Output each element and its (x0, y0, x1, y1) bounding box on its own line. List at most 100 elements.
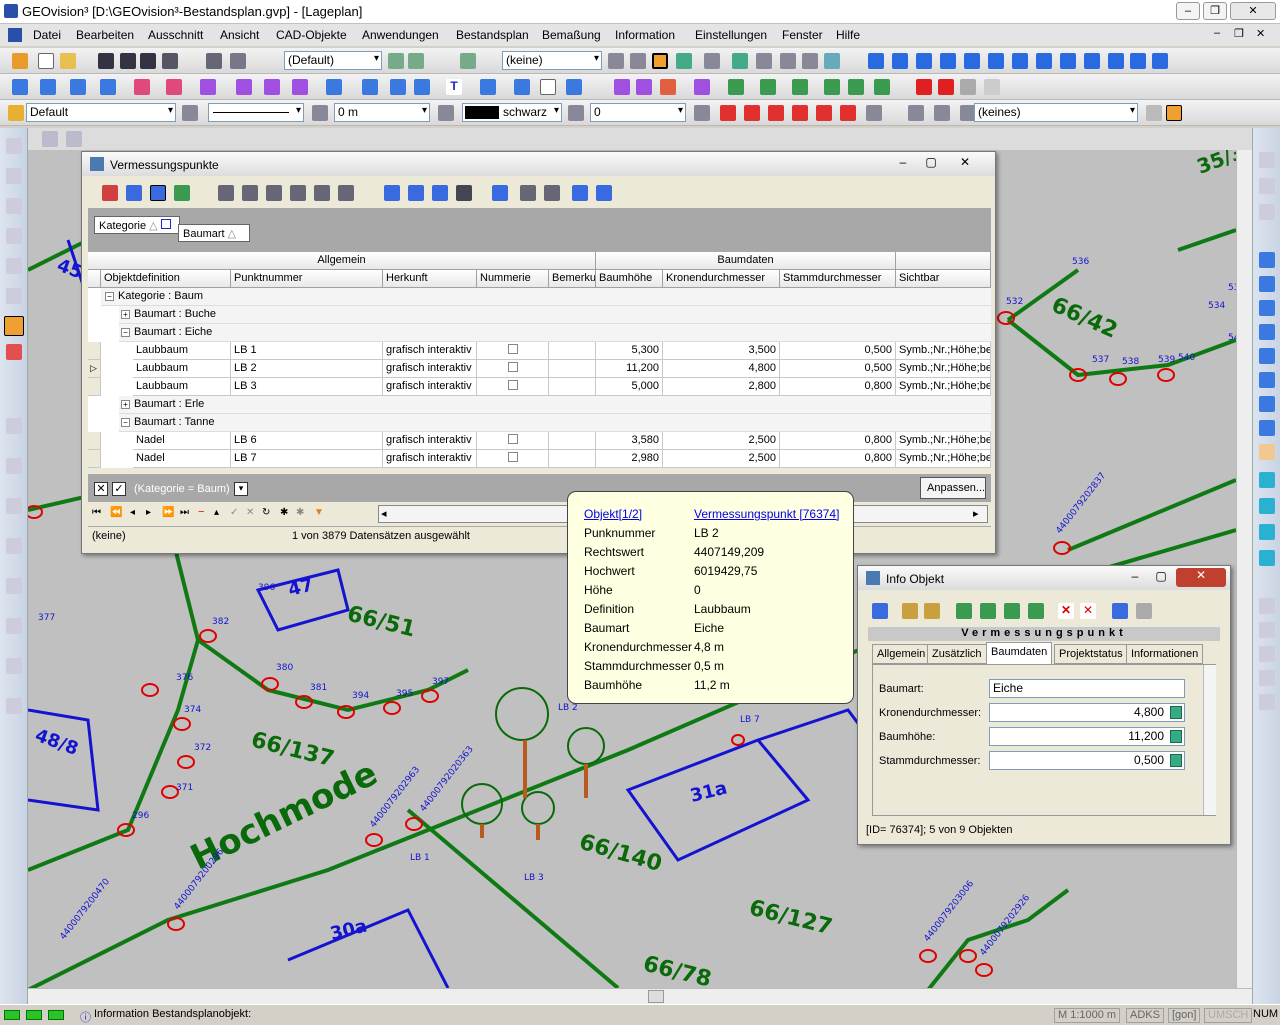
cell-nr[interactable]: LB 3 (231, 378, 383, 396)
expand-icon[interactable]: + (121, 309, 130, 319)
cell-krone[interactable]: 2,500 (663, 450, 780, 468)
cell-hoehe[interactable]: 2,980 (596, 450, 663, 468)
pattern-combo[interactable]: (keines) (974, 103, 1138, 122)
info-next-icon[interactable] (1004, 603, 1020, 619)
nav-star-icon[interactable]: ✱ (280, 507, 288, 518)
vm-export-icon[interactable] (572, 185, 588, 201)
right-tool-1[interactable] (1259, 152, 1275, 168)
scroll-right-icon[interactable]: ▸ (973, 507, 979, 520)
menu-datei[interactable]: Datei (33, 28, 61, 42)
offset-input[interactable]: 0 m (334, 103, 430, 122)
cell-hoehe[interactable]: 5,000 (596, 378, 663, 396)
doc-tab-icon-1[interactable] (42, 131, 58, 147)
cell-stamm[interactable]: 0,800 (780, 432, 896, 450)
map-vertical-scrollbar[interactable] (1236, 150, 1252, 988)
info-first-icon[interactable] (956, 603, 972, 619)
vm-import-icon[interactable] (596, 185, 612, 201)
offset-icon[interactable] (792, 79, 808, 95)
group-row-kategorie[interactable]: − Kategorie : Baum (101, 288, 991, 306)
cell-sichtbar[interactable]: Symb.;Nr.;Höhe;bel (896, 360, 991, 378)
left-tool-10[interactable] (6, 498, 22, 514)
nav-check-icon[interactable]: ✓ (230, 507, 238, 518)
zoom-window-icon[interactable] (704, 53, 720, 69)
hatch-tool-icon[interactable] (292, 79, 308, 95)
vm-print-icon[interactable] (544, 185, 560, 201)
new-file-icon[interactable] (38, 53, 54, 69)
left-tool-8[interactable] (6, 418, 22, 434)
explode-icon[interactable] (874, 79, 890, 95)
fill-icon-6[interactable] (840, 105, 856, 121)
cell-krone[interactable]: 2,500 (663, 432, 780, 450)
cell-bemerkung[interactable] (549, 432, 596, 450)
menu-bearbeiten[interactable]: Bearbeiten (76, 28, 134, 42)
rotate-icon[interactable] (636, 79, 652, 95)
info-paste-icon[interactable] (924, 603, 940, 619)
calculator-icon[interactable] (1170, 730, 1182, 743)
export-icon[interactable] (162, 53, 178, 69)
fill-icon-4[interactable] (792, 105, 808, 121)
table-row-selector[interactable] (88, 450, 101, 468)
filter-enable-checkbox[interactable]: ✓ (112, 482, 126, 496)
refresh-icon[interactable] (732, 53, 748, 69)
scroll-left-icon[interactable]: ◂ (381, 507, 387, 520)
layer-icon[interactable] (388, 53, 404, 69)
menu-ausschnitt[interactable]: Ausschnitt (148, 28, 203, 42)
group-row-tanne[interactable]: − Baumart : Tanne (119, 414, 991, 432)
filter-dropdown-icon[interactable]: ▾ (234, 482, 248, 496)
layer-settings-icon[interactable] (408, 53, 424, 69)
info-remove-icon[interactable]: ✕ (1080, 603, 1096, 619)
cell-nummerie[interactable] (477, 342, 549, 360)
zoom-all-icon[interactable] (1259, 324, 1275, 340)
cell-stamm[interactable]: 0,800 (780, 450, 896, 468)
linetype-settings-icon[interactable] (182, 105, 198, 121)
menu-bestandsplan[interactable]: Bestandsplan (456, 28, 529, 42)
left-tool-14[interactable] (6, 658, 22, 674)
right-tool-5[interactable] (1259, 498, 1275, 514)
vm-locate-icon[interactable] (384, 185, 400, 201)
info-search-icon[interactable] (1112, 603, 1128, 619)
cell-bemerkung[interactable] (549, 378, 596, 396)
scale-icon[interactable] (660, 79, 676, 95)
info-close-button[interactable]: ✕ (1176, 568, 1226, 587)
table-row-selector[interactable] (88, 342, 101, 360)
collapse-icon[interactable]: − (105, 291, 114, 301)
left-tool-2[interactable] (6, 168, 22, 184)
group-chip-kategorie[interactable]: Kategorie △ (94, 216, 180, 234)
col-baumhoehe[interactable]: Baumhöhe (596, 270, 663, 288)
print-preview-icon[interactable] (206, 53, 222, 69)
delete-x-icon[interactable] (916, 79, 932, 95)
info-vscrollbar[interactable] (1203, 665, 1216, 815)
zoom-prev-icon[interactable] (1259, 348, 1275, 364)
break-icon[interactable] (848, 79, 864, 95)
col-kronendurchmesser[interactable]: Kronendurchmesser (663, 270, 780, 288)
cell-nr[interactable]: LB 1 (231, 342, 383, 360)
map-horizontal-scrollbar[interactable] (28, 988, 1252, 1004)
right-tool-4[interactable] (1259, 472, 1275, 488)
tab-informationen[interactable]: Informationen (1126, 644, 1204, 664)
info-icon-12[interactable] (1130, 53, 1146, 69)
col-stammdurchmesser[interactable]: Stammdurchmesser (780, 270, 896, 288)
settings-gear-icon[interactable] (984, 79, 1000, 95)
vm-view-icon[interactable] (150, 185, 166, 201)
left-tool-9[interactable] (6, 458, 22, 474)
info-delete-icon[interactable]: ✕ (1058, 603, 1074, 619)
polygon-tool-icon[interactable] (134, 79, 150, 95)
vm-print-preview-icon[interactable] (520, 185, 536, 201)
vm-maximize-button[interactable]: ▢ (920, 155, 942, 172)
zoom-window-r-icon[interactable] (1259, 300, 1275, 316)
frame-active-icon[interactable] (652, 53, 668, 69)
mdi-minimize-icon[interactable]: – (1214, 27, 1220, 39)
menu-einstellungen[interactable]: Einstellungen (695, 28, 767, 42)
stammdurchmesser-field[interactable]: 0,500 (989, 751, 1185, 770)
left-tool-3[interactable] (6, 198, 22, 214)
map-icon[interactable] (756, 53, 772, 69)
cell-herkunft[interactable]: grafisch interaktiv (383, 378, 477, 396)
info-icon-3[interactable] (916, 53, 932, 69)
right-tool-11[interactable] (1259, 670, 1275, 686)
col-objektdefinition[interactable]: Objektdefinition (101, 270, 231, 288)
nav-prev-page-icon[interactable]: ⏪ (110, 507, 122, 518)
status-scale[interactable]: M 1:1000 m (1054, 1008, 1121, 1023)
checkbox[interactable] (507, 344, 518, 354)
checkbox[interactable] (507, 452, 518, 462)
nav-up-icon[interactable]: ▴ (214, 507, 219, 518)
